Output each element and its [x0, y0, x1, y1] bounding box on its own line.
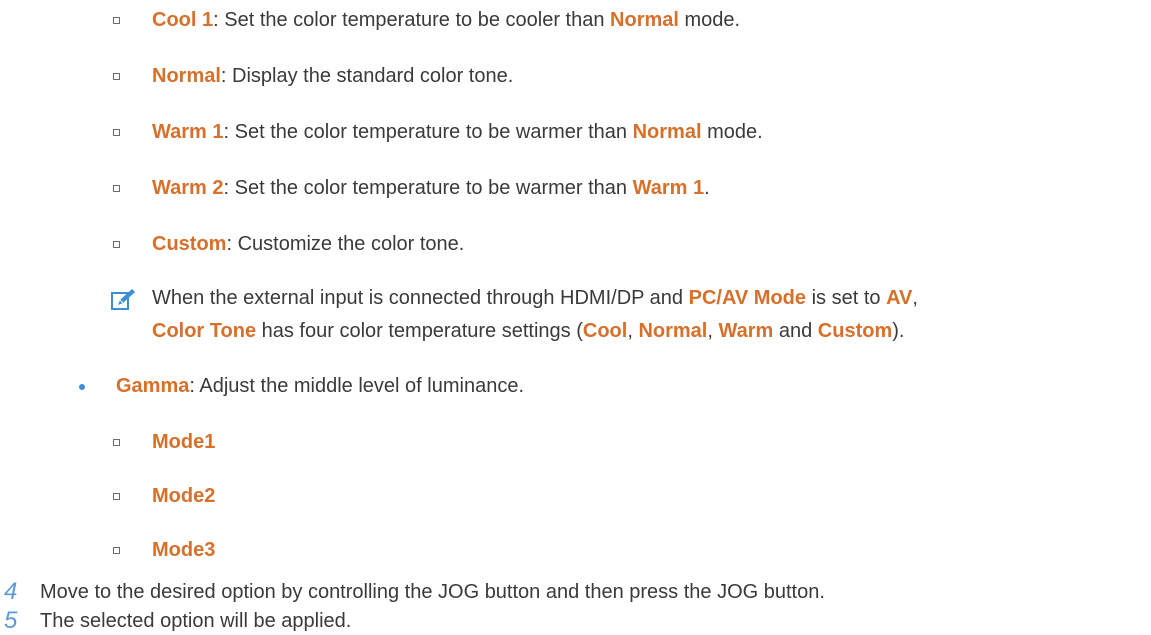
list-item-custom: Custom: Customize the color tone.: [152, 233, 465, 255]
step-number: 5: [4, 607, 18, 634]
list-item-mode1: Mode1: [152, 431, 216, 453]
square-bullet-icon: [113, 241, 120, 248]
step-text: Move to the desired option by controllin…: [40, 581, 825, 603]
dot-bullet-icon: [79, 384, 85, 390]
list-item-cool1: Cool 1: Set the color temperature to be …: [152, 9, 741, 31]
step-number: 4: [4, 578, 18, 605]
list-item-warm1: Warm 1: Set the color temperature to be …: [152, 121, 763, 143]
square-bullet-icon: [113, 493, 120, 500]
note-line-1: When the external input is connected thr…: [152, 287, 918, 309]
square-bullet-icon: [113, 73, 120, 80]
step-text: The selected option will be applied.: [40, 610, 352, 632]
square-bullet-icon: [113, 439, 120, 446]
list-item-normal: Normal: Display the standard color tone.: [152, 65, 514, 87]
list-item-mode3: Mode3: [152, 539, 216, 561]
square-bullet-icon: [113, 185, 120, 192]
note-line-2: Color Tone has four color temperature se…: [152, 320, 905, 342]
square-bullet-icon: [113, 17, 120, 24]
list-item-mode2: Mode2: [152, 485, 216, 507]
list-item-gamma: Gamma: Adjust the middle level of lumina…: [116, 375, 525, 397]
note-pencil-icon: [111, 289, 135, 310]
square-bullet-icon: [113, 129, 120, 136]
square-bullet-icon: [113, 547, 120, 554]
list-item-warm2: Warm 2: Set the color temperature to be …: [152, 177, 710, 199]
